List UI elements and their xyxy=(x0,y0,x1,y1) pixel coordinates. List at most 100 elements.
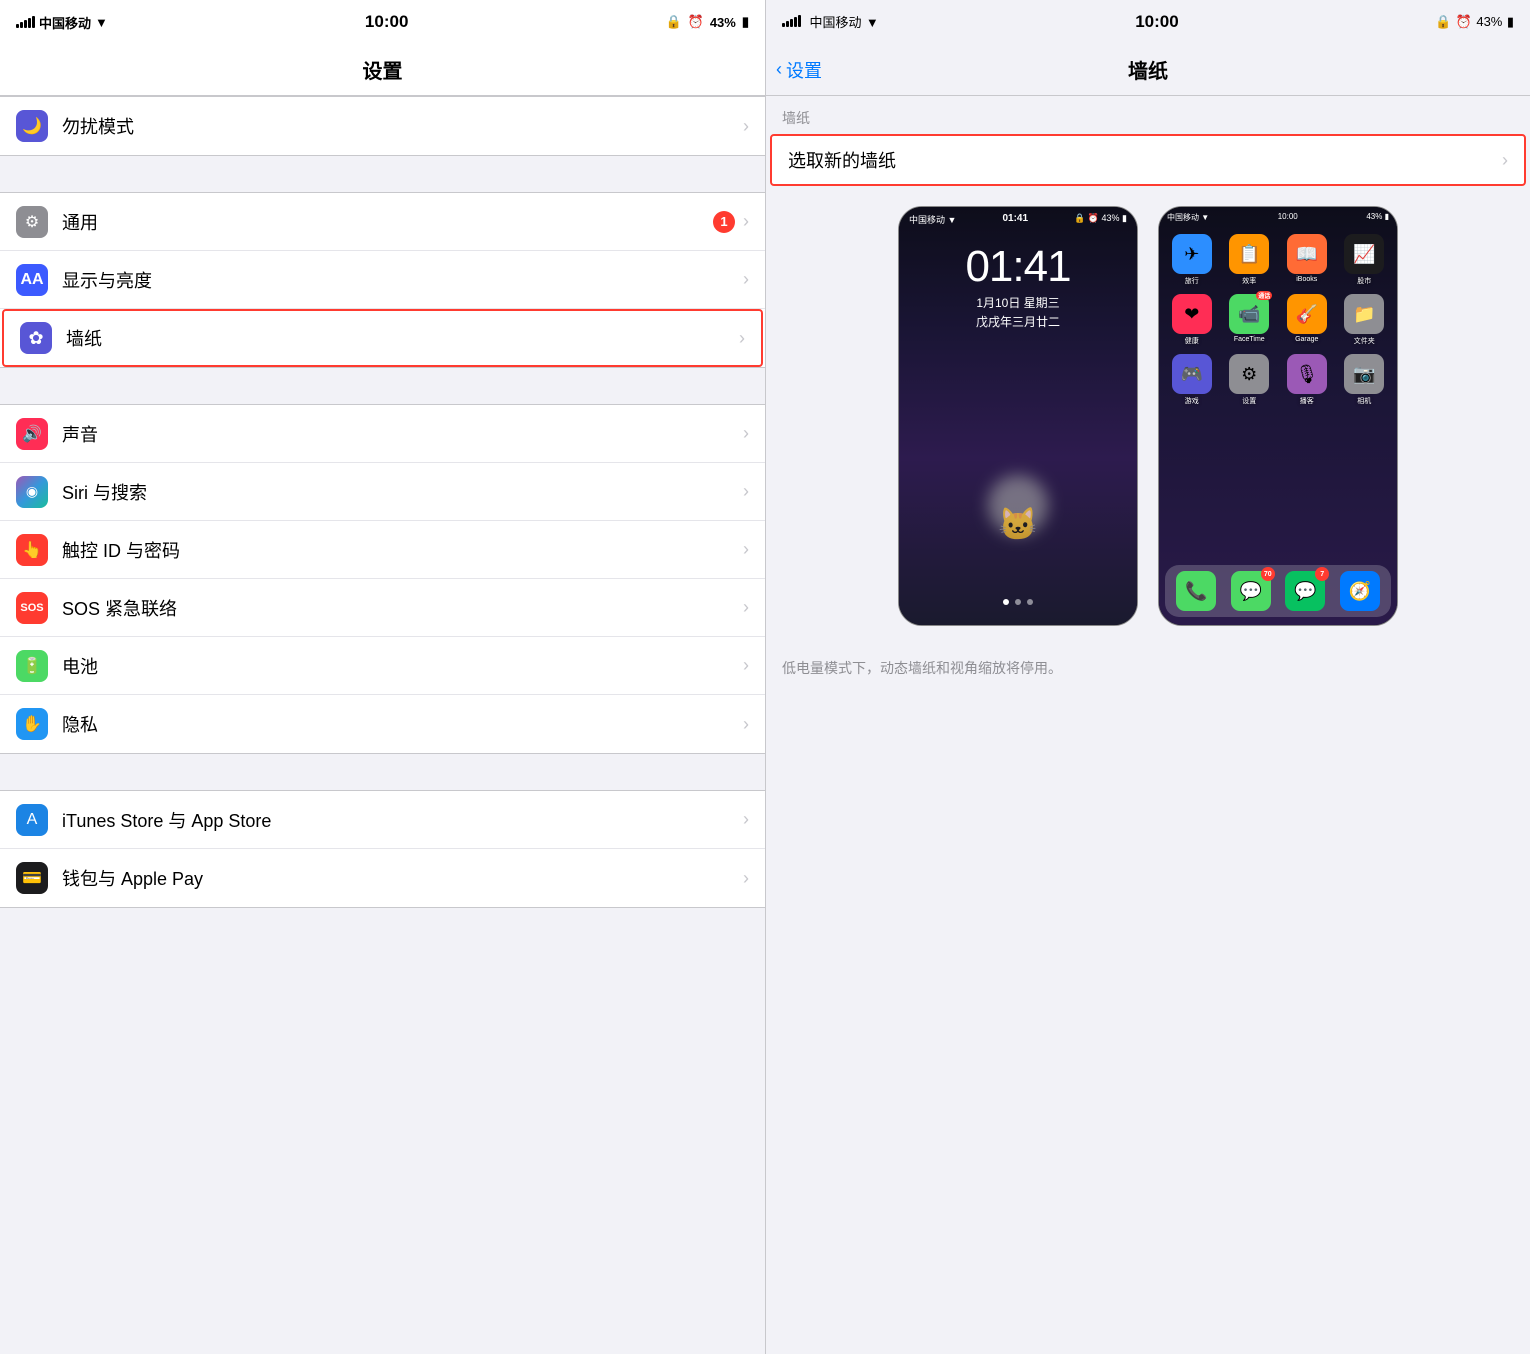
home-screen-preview[interactable]: 中国移动 ▼ 10:00 43% ▮ ✈ 旅行 📋 效率 xyxy=(1158,206,1398,626)
lock-time: 01:41 xyxy=(965,242,1070,292)
app-garage[interactable]: 🎸 Garage xyxy=(1282,294,1332,346)
app-travel[interactable]: ✈ 旅行 xyxy=(1167,234,1217,286)
home-apps-grid: ✈ 旅行 📋 效率 📖 iBooks 📈 xyxy=(1159,228,1397,412)
wallet-icon: 💳 xyxy=(16,862,48,894)
wallet-label: 钱包与 Apple Pay xyxy=(62,865,743,891)
lock-screen-status: 中国移动 ▼ 01:41 🔒 ⏰ 43% ▮ xyxy=(899,207,1137,232)
sounds-label: 声音 xyxy=(62,421,743,447)
app-stocks[interactable]: 📈 股市 xyxy=(1340,234,1390,286)
settings-item-dnd[interactable]: 🌙 勿扰模式 › xyxy=(0,97,765,155)
sos-icon: SOS xyxy=(16,592,48,624)
general-badge: 1 xyxy=(713,211,735,233)
alarm-icon: ⏰ xyxy=(688,14,704,30)
itunes-label: iTunes Store 与 App Store xyxy=(62,807,743,833)
left-nav-bar: 设置 xyxy=(0,44,765,96)
sounds-icon: 🔊 xyxy=(16,418,48,450)
wallpaper-previews: 中国移动 ▼ 01:41 🔒 ⏰ 43% ▮ 01:41 1月10日 星期三 戊… xyxy=(766,186,1530,646)
home-dock: 📞 💬 70 💬 7 🧭 xyxy=(1165,565,1391,617)
right-panel: 中国移动 ▼ 10:00 🔒 ⏰ 43% ▮ ‹ 设置 墙纸 墙纸 选取新的墙纸… xyxy=(765,0,1530,1354)
display-label: 显示与亮度 xyxy=(62,267,743,293)
settings-item-touchid[interactable]: 👆 触控 ID 与密码 › xyxy=(0,521,765,579)
section-group-2: ⚙ 通用 1 › AA 显示与亮度 › ✿ 墙纸 › xyxy=(0,192,765,368)
dnd-icon: 🌙 xyxy=(16,110,48,142)
left-panel: 中国移动 ▼ 10:00 🔒 ⏰ 43% ▮ 设置 🌙 勿扰模式 › xyxy=(0,0,765,1354)
siri-chevron: › xyxy=(743,481,749,502)
privacy-icon: ✋ xyxy=(16,708,48,740)
right-status-right: 🔒 ⏰ 43% ▮ xyxy=(1435,13,1514,31)
section-group-1: 🌙 勿扰模式 › xyxy=(0,96,765,156)
privacy-label: 隐私 xyxy=(62,711,743,737)
dock-messages[interactable]: 💬 70 xyxy=(1231,571,1271,611)
lock-screen-preview[interactable]: 中国移动 ▼ 01:41 🔒 ⏰ 43% ▮ 01:41 1月10日 星期三 戊… xyxy=(898,206,1138,626)
general-chevron: › xyxy=(743,211,749,232)
wallpaper-note: 低电量模式下，动态墙纸和视角缩放将停用。 xyxy=(766,646,1530,690)
settings-item-wallpaper[interactable]: ✿ 墙纸 › xyxy=(2,309,763,367)
general-icon: ⚙ xyxy=(16,206,48,238)
battery-label: 电池 xyxy=(62,653,743,679)
app-camera[interactable]: 📷 相机 xyxy=(1340,354,1390,406)
back-chevron-icon: ‹ xyxy=(776,59,782,80)
battery-chevron: › xyxy=(743,655,749,676)
right-alarm-icon: ⏰ xyxy=(1456,14,1472,29)
back-button[interactable]: ‹ 设置 xyxy=(776,57,822,83)
home-status: 中国移动 ▼ 10:00 43% ▮ xyxy=(1159,207,1397,228)
dock-phone[interactable]: 📞 xyxy=(1176,571,1216,611)
app-facetime[interactable]: 📹 通话 FaceTime xyxy=(1225,294,1275,346)
select-wallpaper-label: 选取新的墙纸 xyxy=(788,147,896,173)
settings-item-display[interactable]: AA 显示与亮度 › xyxy=(0,251,765,309)
dnd-label: 勿扰模式 xyxy=(62,113,743,139)
siri-icon: ◉ xyxy=(16,476,48,508)
dock-wechat[interactable]: 💬 7 xyxy=(1285,571,1325,611)
wallet-chevron: › xyxy=(743,868,749,889)
touchid-chevron: › xyxy=(743,539,749,560)
general-label: 通用 xyxy=(62,209,713,235)
lock-dots xyxy=(1003,599,1033,605)
right-wifi-icon: ▼ xyxy=(866,15,879,30)
left-status-right: 🔒 ⏰ 43% ▮ xyxy=(665,14,749,30)
settings-item-battery[interactable]: 🔋 电池 › xyxy=(0,637,765,695)
dock-safari[interactable]: 🧭 xyxy=(1340,571,1380,611)
settings-item-sounds[interactable]: 🔊 声音 › xyxy=(0,405,765,463)
sos-label: SOS 紧急联络 xyxy=(62,595,743,621)
right-content: 墙纸 选取新的墙纸 › 中国移动 ▼ 01:41 🔒 ⏰ 43% ▮ 0 xyxy=(766,96,1530,1354)
right-status-bar: 中国移动 ▼ 10:00 🔒 ⏰ 43% ▮ xyxy=(766,0,1530,44)
section-group-3: 🔊 声音 › ◉ Siri 与搜索 › 👆 触控 ID 与密码 › xyxy=(0,404,765,754)
page-title: 墙纸 xyxy=(1128,55,1168,84)
wifi-icon: ▼ xyxy=(95,15,108,30)
sos-chevron: › xyxy=(743,597,749,618)
section-group-4: A iTunes Store 与 App Store › 💳 钱包与 Apple… xyxy=(0,790,765,908)
touchid-icon: 👆 xyxy=(16,534,48,566)
settings-item-general[interactable]: ⚙ 通用 1 › xyxy=(0,193,765,251)
display-icon: AA xyxy=(16,264,48,296)
wallpaper-section-label: 墙纸 xyxy=(766,96,1530,134)
settings-item-wallet[interactable]: 💳 钱包与 Apple Pay › xyxy=(0,849,765,907)
lock-date: 1月10日 星期三 xyxy=(976,294,1059,311)
lock-subdate: 戊戌年三月廿二 xyxy=(976,313,1060,330)
app-files[interactable]: 📁 文件夹 xyxy=(1340,294,1390,346)
touchid-label: 触控 ID 与密码 xyxy=(62,537,743,563)
cat-image: 🐱 xyxy=(978,475,1058,575)
app-efficiency[interactable]: 📋 效率 xyxy=(1225,234,1275,286)
siri-label: Siri 与搜索 xyxy=(62,479,743,505)
sounds-chevron: › xyxy=(743,423,749,444)
settings-item-sos[interactable]: SOS SOS 紧急联络 › xyxy=(0,579,765,637)
settings-item-siri[interactable]: ◉ Siri 与搜索 › xyxy=(0,463,765,521)
settings-item-itunes[interactable]: A iTunes Store 与 App Store › xyxy=(0,791,765,849)
left-title: 设置 xyxy=(363,55,403,84)
app-health[interactable]: ❤ 健康 xyxy=(1167,294,1217,346)
itunes-icon: A xyxy=(16,804,48,836)
left-carrier: 中国移动 ▼ xyxy=(16,13,108,32)
wallpaper-icon: ✿ xyxy=(20,322,52,354)
app-podcasts[interactable]: 🎙 播客 xyxy=(1282,354,1332,406)
app-games[interactable]: 🎮 游戏 xyxy=(1167,354,1217,406)
wallpaper-label: 墙纸 xyxy=(66,325,739,351)
app-ibooks[interactable]: 📖 iBooks xyxy=(1282,234,1332,286)
select-wallpaper-chevron: › xyxy=(1502,150,1508,171)
right-nav-bar: ‹ 设置 墙纸 xyxy=(766,44,1530,96)
select-wallpaper-row[interactable]: 选取新的墙纸 › xyxy=(770,134,1526,186)
itunes-chevron: › xyxy=(743,809,749,830)
app-settings[interactable]: ⚙ 设置 xyxy=(1225,354,1275,406)
right-battery-icon: ▮ xyxy=(1507,14,1514,29)
dnd-chevron: › xyxy=(743,116,749,137)
settings-item-privacy[interactable]: ✋ 隐私 › xyxy=(0,695,765,753)
